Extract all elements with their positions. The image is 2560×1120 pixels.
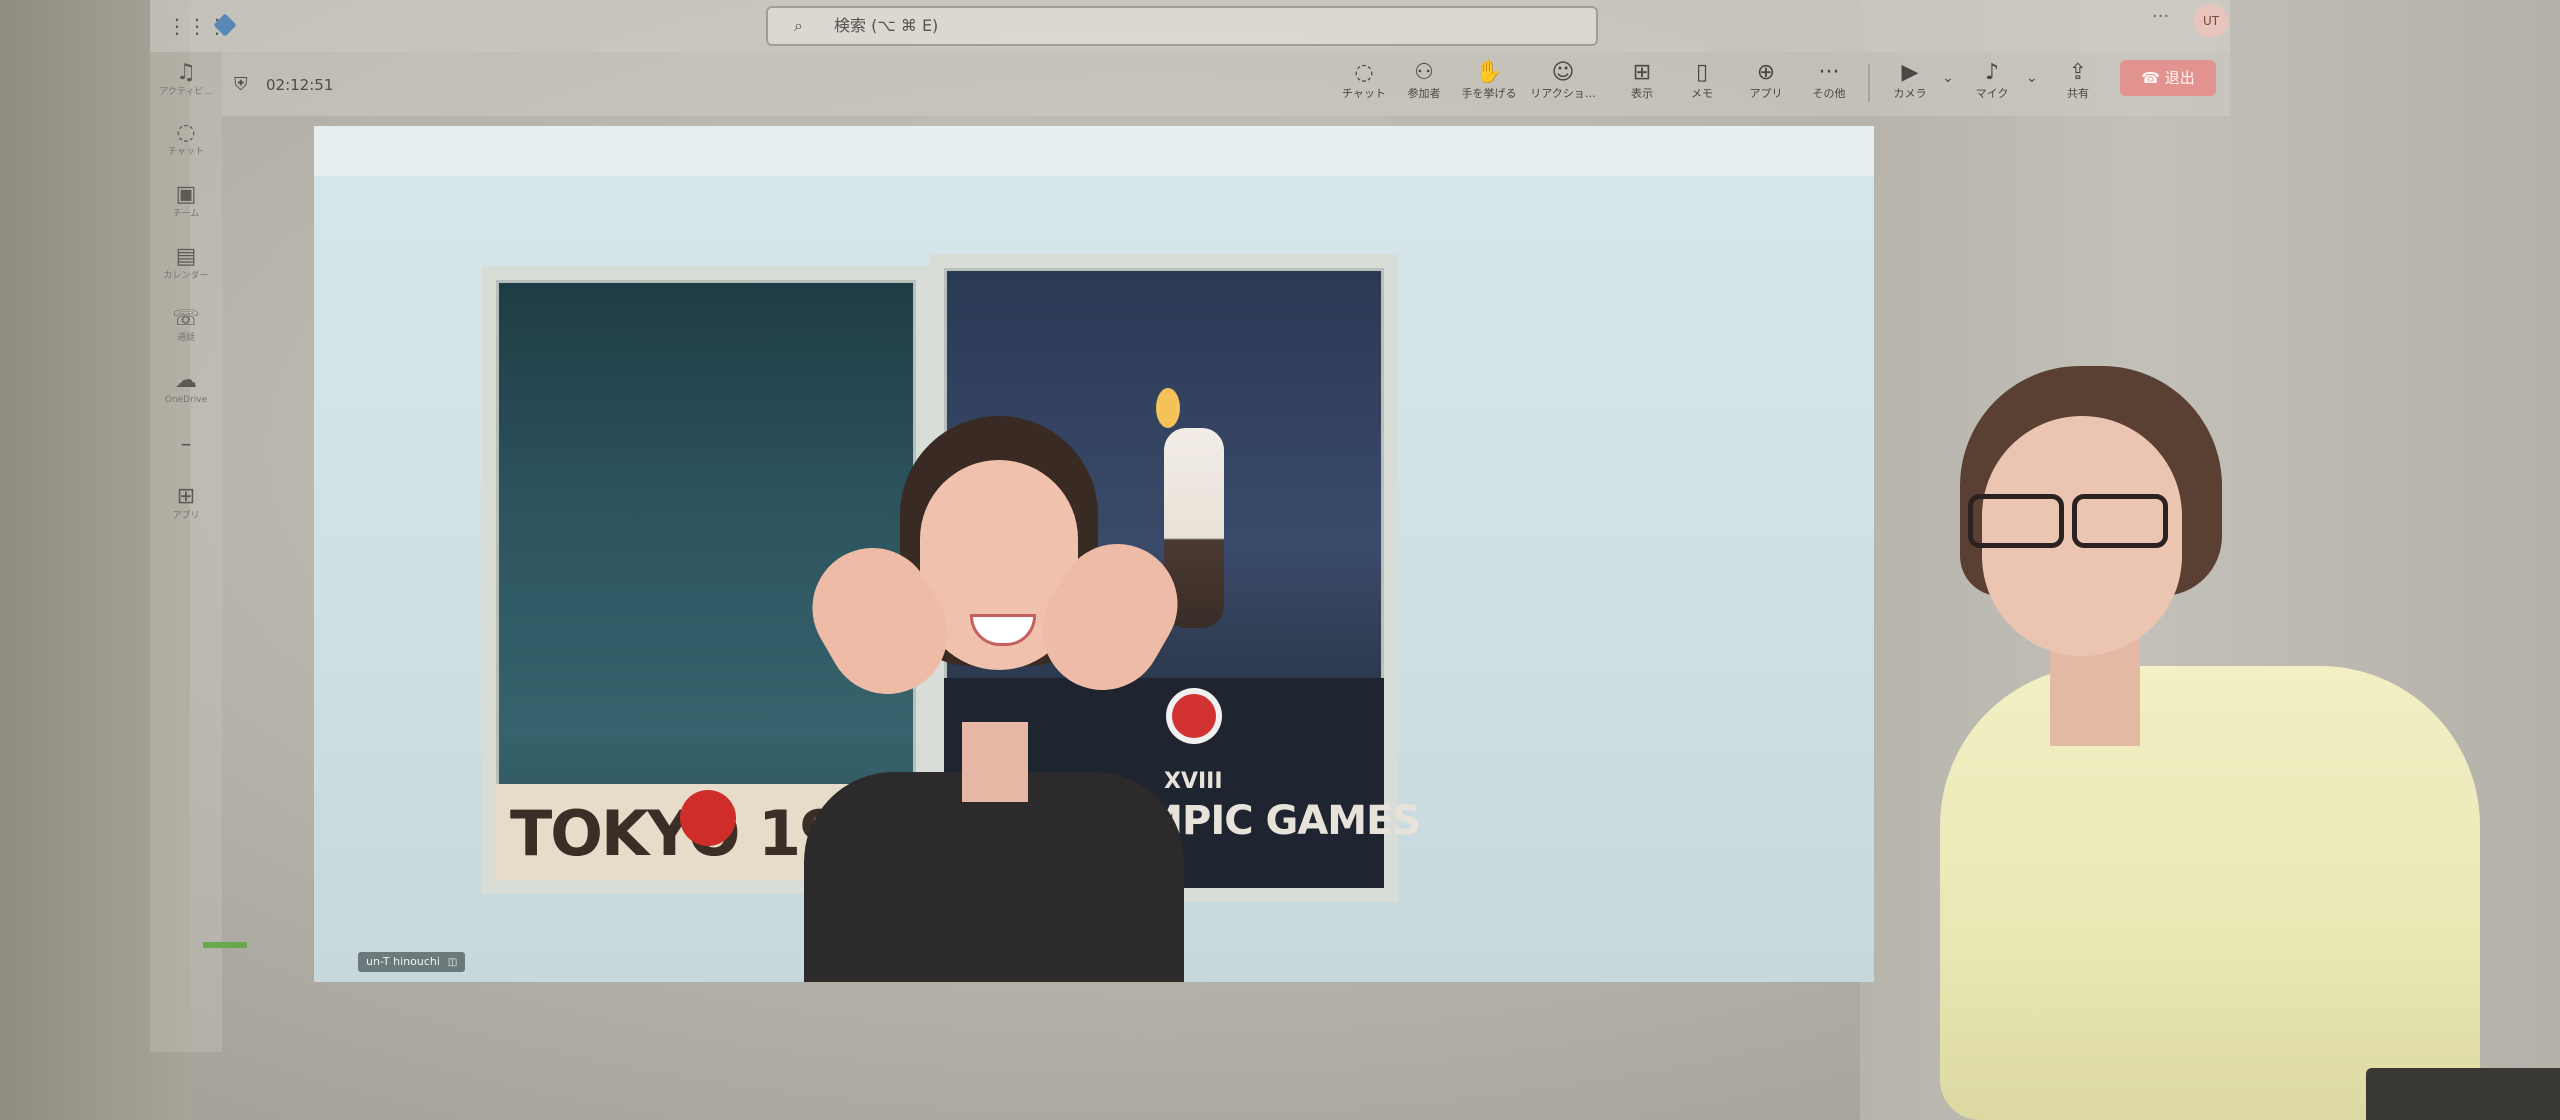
- participant-neck: [962, 722, 1028, 802]
- apps-icon: ⊞: [176, 484, 196, 509]
- control-label: 共有: [2067, 87, 2089, 100]
- view-button[interactable]: ⊞ 表示: [1616, 60, 1668, 102]
- apps-button[interactable]: ⊕ アプリ: [1740, 60, 1792, 102]
- poster-tokyo-text: TOKYO 19: [510, 797, 842, 870]
- rail-item-teams[interactable]: ▣ チーム: [150, 182, 222, 220]
- participants-button[interactable]: ⚇ 参加者: [1396, 60, 1452, 102]
- ellipsis-icon: ···: [1818, 60, 1840, 85]
- participant-body: [804, 772, 1184, 982]
- participant-name: un-T hinouchi: [366, 955, 440, 968]
- people-icon: ⚇: [1414, 60, 1434, 85]
- mic-icon: ♪: [1984, 60, 2000, 85]
- rail-item-label: チャット: [168, 147, 204, 157]
- leave-button[interactable]: ☎ 退出: [2120, 60, 2216, 96]
- control-label: リアクショ…: [1530, 87, 1596, 100]
- laptop: [2366, 1068, 2560, 1120]
- rail-item-onedrive[interactable]: ☁ OneDrive: [150, 368, 222, 406]
- leave-phone-icon: ☎: [2141, 69, 2165, 87]
- rail-item-label: アクティビ…: [159, 87, 213, 97]
- cloud-icon: ☁: [175, 368, 197, 393]
- rail-item-label: OneDrive: [164, 395, 208, 405]
- control-label: メモ: [1691, 87, 1713, 100]
- rail-item-label: チーム: [172, 209, 200, 219]
- presenter-blouse: [1940, 666, 2480, 1120]
- chat-icon: ◌: [176, 120, 196, 145]
- share-icon: ⇪: [2068, 60, 2088, 85]
- teams-icon: ▣: [175, 182, 197, 207]
- search-input[interactable]: ⌕ 検索 (⌥ ⌘ E): [766, 6, 1598, 46]
- more-button[interactable]: ··· その他: [1802, 60, 1856, 102]
- control-label: カメラ: [1893, 87, 1927, 100]
- mic-options-chevron-icon[interactable]: ⌄: [2026, 70, 2038, 86]
- mic-button[interactable]: ♪ マイク: [1964, 60, 2020, 102]
- notes-button[interactable]: ▯ メモ: [1676, 60, 1728, 102]
- user-avatar[interactable]: UT: [2194, 4, 2228, 38]
- chat-icon: ◌: [1354, 60, 1374, 85]
- rail-item-more[interactable]: –: [150, 432, 222, 458]
- rail-item-calls[interactable]: ☏ 通話: [150, 306, 222, 344]
- control-label: チャット: [1342, 87, 1386, 100]
- add-app-icon: ⊕: [1756, 60, 1776, 85]
- participant-name-tag: un-T hinouchi ◫: [358, 952, 466, 972]
- emoji-icon: ☺: [1551, 60, 1575, 85]
- calendar-icon: ▤: [175, 244, 197, 269]
- rail-item-chat[interactable]: ◌ チャット: [150, 120, 222, 158]
- remote-participant: [790, 416, 1200, 982]
- mic-status-icon: ◫: [447, 957, 458, 968]
- status-indicator: [203, 942, 247, 948]
- toolbar-divider: [1868, 64, 1870, 102]
- control-label: 参加者: [1407, 87, 1441, 100]
- control-label: アプリ: [1749, 87, 1783, 100]
- bell-icon: ♫: [176, 60, 196, 85]
- reactions-button[interactable]: ☺ リアクショ…: [1526, 60, 1600, 102]
- control-label: マイク: [1975, 87, 2009, 100]
- hand-icon: ✋: [1475, 60, 1503, 85]
- camera-icon: ▶: [1901, 60, 1919, 85]
- search-icon: ⌕: [794, 16, 803, 35]
- share-button[interactable]: ⇪ 共有: [2052, 60, 2104, 102]
- camera-button[interactable]: ▶ カメラ: [1882, 60, 1938, 102]
- chat-button[interactable]: ◌ チャット: [1336, 60, 1392, 102]
- search-placeholder: 検索 (⌥ ⌘ E): [834, 16, 939, 35]
- rail-item-apps[interactable]: ⊞ アプリ: [150, 484, 222, 522]
- phone-icon: ☏: [172, 306, 200, 331]
- rail-item-activity[interactable]: ♫ アクティビ…: [150, 60, 222, 98]
- presenter-person: [1940, 366, 2500, 1120]
- notes-icon: ▯: [1695, 60, 1709, 85]
- more-icon: –: [180, 432, 192, 457]
- participant-video: TOKYO 19 XVIII OLYMPIC GAMES un-T hinouc…: [314, 126, 1874, 982]
- control-label: 表示: [1631, 87, 1653, 100]
- shield-icon: ⛨: [234, 74, 248, 95]
- control-label: 手を挙げる: [1461, 87, 1517, 100]
- rail-item-label: カレンダー: [163, 271, 209, 281]
- room-ceiling: [314, 126, 1874, 176]
- control-label: その他: [1812, 87, 1846, 100]
- leave-label: 退出: [2164, 69, 2195, 87]
- view-icon: ⊞: [1632, 60, 1652, 85]
- camera-options-chevron-icon[interactable]: ⌄: [1942, 70, 1954, 86]
- rail-item-label: 通話: [176, 333, 195, 343]
- call-timer: 02:12:51: [266, 76, 334, 94]
- rail-item-calendar[interactable]: ▤ カレンダー: [150, 244, 222, 282]
- presenter-glasses: [1968, 494, 2168, 548]
- rail-item-label: アプリ: [172, 511, 200, 521]
- raise-hand-button[interactable]: ✋ 手を挙げる: [1456, 60, 1522, 102]
- more-options-icon[interactable]: ···: [2152, 6, 2169, 27]
- rising-sun-emblem: [680, 790, 736, 846]
